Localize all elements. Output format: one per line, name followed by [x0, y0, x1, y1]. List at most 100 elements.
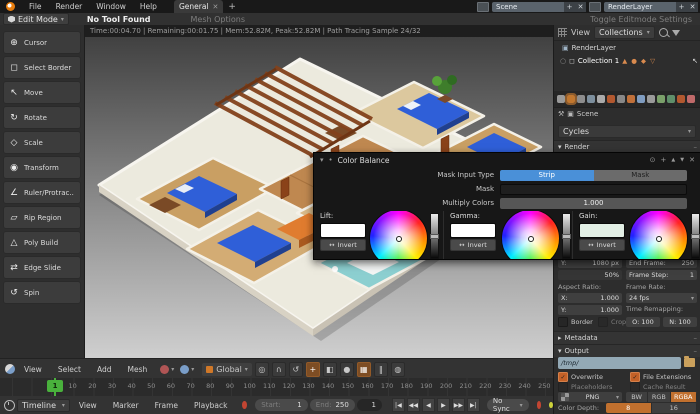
- resolution-percent-slider[interactable]: 50%: [558, 270, 622, 280]
- tool-select-border[interactable]: ◻Select Border: [3, 56, 81, 79]
- orientation-dropdown[interactable]: Global ▾: [202, 363, 252, 376]
- overlays-icon[interactable]: ◧: [323, 362, 337, 377]
- tab-constraints[interactable]: [657, 95, 665, 103]
- tab-collection[interactable]: [617, 95, 625, 103]
- renderlayer-unlink-button[interactable]: ✕: [687, 2, 698, 12]
- play-reverse-button[interactable]: ◀: [422, 398, 435, 412]
- tab-world[interactable]: [607, 95, 615, 103]
- timeline-menu-view[interactable]: View: [72, 401, 104, 410]
- tab-modifiers[interactable]: [637, 95, 645, 103]
- sync-mode-dropdown[interactable]: No Sync ▾: [487, 399, 529, 411]
- tool-ruler[interactable]: ∠Ruler/Protrac..: [3, 181, 81, 204]
- gain-color-wheel[interactable]: [629, 211, 688, 259]
- jump-to-end-button[interactable]: ▶|: [467, 398, 480, 412]
- file-extensions-checkbox[interactable]: ✓File Extensions: [630, 372, 691, 382]
- outliner-view-menu[interactable]: View: [571, 28, 590, 37]
- cache-result-checkbox[interactable]: Cache Result: [630, 382, 685, 392]
- outliner-item-renderlayer[interactable]: ▣ RenderLayer: [562, 44, 616, 52]
- tab-editor-icon[interactable]: [557, 95, 565, 103]
- collapse-icon[interactable]: ▾: [320, 156, 324, 164]
- timeline-menu-playback[interactable]: Playback: [187, 401, 234, 410]
- panel-header-output[interactable]: ▾ Output –: [554, 344, 700, 357]
- start-frame-field[interactable]: Start: 1: [255, 399, 308, 411]
- placeholders-checkbox[interactable]: Placeholders: [558, 382, 612, 392]
- end-frame-field[interactable]: End: 250: [310, 399, 355, 411]
- display-mode-dropdown[interactable]: Collections ▾: [594, 26, 655, 39]
- play-button[interactable]: ▶: [437, 398, 450, 412]
- mode-sphere-icon[interactable]: [160, 365, 169, 374]
- gain-invert-button[interactable]: ↔Invert: [579, 239, 625, 251]
- viewport-menu-mesh[interactable]: Mesh: [120, 365, 154, 374]
- add-icon[interactable]: +: [661, 156, 667, 164]
- gain-value-slider[interactable]: [691, 213, 700, 259]
- timeline-menu-frame[interactable]: Frame: [148, 401, 185, 410]
- crop-checkbox[interactable]: Crop: [598, 317, 626, 327]
- blender-logo-icon[interactable]: [6, 2, 15, 11]
- gizmo-icon[interactable]: +: [306, 362, 320, 377]
- mute-eye-icon[interactable]: ⊙: [650, 156, 656, 164]
- viewport-menu-add[interactable]: Add: [90, 365, 119, 374]
- jump-to-start-button[interactable]: |◀: [392, 398, 405, 412]
- proportional-edit-icon[interactable]: ↺: [289, 362, 303, 377]
- keying-set-icon[interactable]: [549, 402, 553, 408]
- aspect-x-field[interactable]: X:1.000: [558, 293, 622, 303]
- workspace-tab-general[interactable]: General ✕: [174, 0, 223, 13]
- remap-old-field[interactable]: O: 100: [626, 317, 660, 327]
- aspect-y-field[interactable]: Y:1.000: [558, 305, 622, 315]
- tool-rotate[interactable]: ↻Rotate: [3, 106, 81, 129]
- lift-value-slider[interactable]: [430, 213, 439, 259]
- panel-header-metadata[interactable]: ▸ Metadata –: [554, 331, 700, 344]
- frame-rate-dropdown[interactable]: 24 fps▾: [626, 293, 697, 303]
- rgb-option[interactable]: RGB: [648, 392, 670, 402]
- filter-icon[interactable]: [672, 30, 680, 36]
- move-up-icon[interactable]: ▲: [671, 157, 675, 163]
- tool-transform[interactable]: ◉Transform: [3, 156, 81, 179]
- current-frame-marker[interactable]: 1: [47, 380, 63, 392]
- close-tab-icon[interactable]: ✕: [213, 3, 219, 11]
- file-format-dropdown[interactable]: PNG▾: [558, 392, 622, 402]
- lift-color-swatch[interactable]: [320, 223, 366, 238]
- timeline-editor-dropdown[interactable]: Timeline ▾: [17, 399, 70, 412]
- frame-step-field[interactable]: Frame Step:1: [626, 270, 697, 280]
- menu-file[interactable]: File: [22, 2, 49, 11]
- shading-solid-icon[interactable]: ▦: [357, 362, 371, 377]
- lift-color-wheel[interactable]: [369, 211, 428, 259]
- add-workspace-button[interactable]: +: [228, 2, 236, 12]
- overwrite-checkbox[interactable]: ✓Overwrite: [558, 372, 603, 382]
- mesh-options-label[interactable]: Mesh Options: [191, 15, 245, 24]
- depth-8-option[interactable]: 8: [606, 403, 652, 413]
- tab-texture[interactable]: [687, 95, 695, 103]
- timeline-ruler[interactable]: 1 10203040506070809010011012013014015016…: [0, 378, 553, 397]
- folder-browse-icon[interactable]: [684, 358, 695, 367]
- tab-render[interactable]: [567, 95, 575, 103]
- depth-16-option[interactable]: 16: [652, 403, 698, 413]
- menu-window[interactable]: Window: [89, 2, 133, 11]
- scene-selector[interactable]: Scene: [492, 2, 564, 12]
- remap-new-field[interactable]: N: 100: [663, 317, 697, 327]
- tab-object[interactable]: [627, 95, 635, 103]
- menu-render[interactable]: Render: [49, 2, 90, 11]
- tab-output[interactable]: [577, 95, 585, 103]
- mask-toggle-button[interactable]: Mask: [594, 170, 688, 181]
- color-depth-segmented[interactable]: 816: [606, 403, 697, 413]
- prev-keyframe-button[interactable]: ◀◀: [407, 398, 420, 412]
- strip-toggle-button[interactable]: Strip: [500, 170, 594, 181]
- toggle-editmode-settings-label[interactable]: Toggle Editmode Settings: [590, 15, 692, 24]
- viewport-menu-view[interactable]: View: [17, 365, 49, 374]
- gain-color-swatch[interactable]: [579, 223, 625, 238]
- tab-data[interactable]: [667, 95, 675, 103]
- tab-scene[interactable]: [597, 95, 605, 103]
- scene-unlink-button[interactable]: ✕: [575, 2, 586, 12]
- tool-poly-build[interactable]: △Poly Build: [3, 231, 81, 254]
- outliner-editor-icon[interactable]: [558, 28, 567, 37]
- move-down-icon[interactable]: ▼: [680, 157, 684, 163]
- tool-move[interactable]: ↖Move: [3, 81, 81, 104]
- search-icon[interactable]: [659, 28, 668, 37]
- editor-type-icon[interactable]: [5, 364, 15, 374]
- current-frame-field[interactable]: 1: [357, 399, 382, 411]
- lift-invert-button[interactable]: ↔Invert: [320, 239, 366, 251]
- render-engine-dropdown[interactable]: Cycles ▾: [558, 125, 696, 138]
- timeline-editor-icon[interactable]: [4, 400, 15, 411]
- snap-magnet-icon[interactable]: ∩: [272, 362, 286, 377]
- color-mode-segmented[interactable]: BWRGBRGBA: [626, 392, 697, 402]
